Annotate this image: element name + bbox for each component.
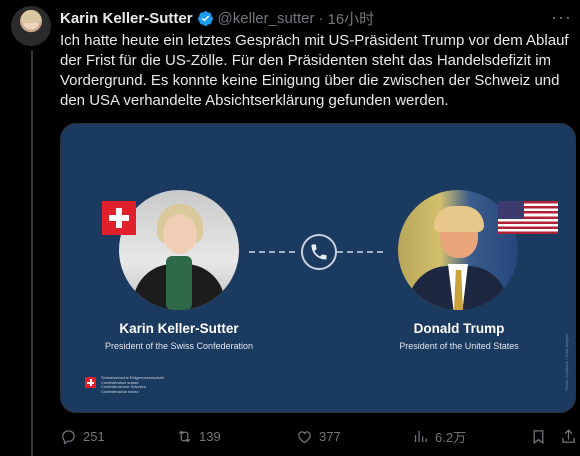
- logo-line: Confederaziun svizra: [101, 388, 139, 394]
- like-button[interactable]: 377: [296, 426, 341, 446]
- tweet-header: Karin Keller-Sutter @keller_sutter · 16小…: [60, 8, 374, 28]
- portrait-left: [119, 190, 239, 310]
- more-options-icon[interactable]: ···: [551, 8, 572, 26]
- phone-glyph-icon: [311, 244, 327, 260]
- card-role-left: President of the Swiss Confederation: [104, 341, 254, 351]
- connector-line-right: [337, 251, 385, 253]
- logo-text: Schweizerische Eidgenossenschaft Confédé…: [101, 375, 164, 394]
- tweet-text: Ich hatte heute ein letztes Gespräch mit…: [60, 32, 569, 109]
- photo-credit: Photo: Keystone / Getty Images: [564, 334, 569, 391]
- swiss-cross-icon: [85, 377, 96, 388]
- retweet-icon: [178, 430, 191, 442]
- card-name-right: Donald Trump: [413, 321, 505, 336]
- swiss-flag-icon: [102, 201, 136, 235]
- card-name-left: Karin Keller-Sutter: [119, 321, 239, 336]
- thread-line: [31, 50, 33, 456]
- verified-badge-icon: [197, 10, 213, 26]
- views-count: 6.2万: [435, 429, 467, 445]
- retweet-button[interactable]: 139: [176, 426, 221, 446]
- author-name[interactable]: Karin Keller-Sutter: [60, 10, 193, 27]
- share-button[interactable]: [560, 426, 577, 446]
- header-separator: ·: [318, 9, 324, 27]
- reply-button[interactable]: 251: [60, 426, 105, 446]
- avatar[interactable]: [11, 6, 51, 46]
- phone-icon: [301, 234, 337, 270]
- retweet-count: 139: [199, 428, 221, 444]
- views-chart-icon: [414, 430, 427, 442]
- views-button[interactable]: 6.2万: [412, 426, 466, 446]
- us-flag-icon: [498, 201, 558, 234]
- swiss-confederation-logo: Schweizerische Eidgenossenschaft Confédé…: [85, 375, 164, 394]
- timestamp[interactable]: 16小时: [327, 8, 374, 29]
- portrait-hair: [434, 206, 484, 232]
- bookmark-icon: [533, 429, 544, 444]
- media-card[interactable]: Karin Keller-Sutter President of the Swi…: [60, 123, 576, 413]
- reply-count: 251: [83, 428, 105, 444]
- portrait-face: [163, 214, 197, 254]
- share-icon: [562, 428, 575, 443]
- connector-line-left: [249, 251, 297, 253]
- portrait-scarf: [166, 256, 192, 310]
- card-role-right: President of the United States: [399, 341, 519, 351]
- heart-icon: [298, 430, 311, 443]
- bookmark-button[interactable]: [530, 426, 547, 446]
- action-bar: 251 139 377 6.2万: [60, 426, 580, 446]
- reply-icon: [62, 429, 75, 445]
- author-handle[interactable]: @keller_sutter: [218, 10, 315, 27]
- like-count: 377: [319, 428, 341, 444]
